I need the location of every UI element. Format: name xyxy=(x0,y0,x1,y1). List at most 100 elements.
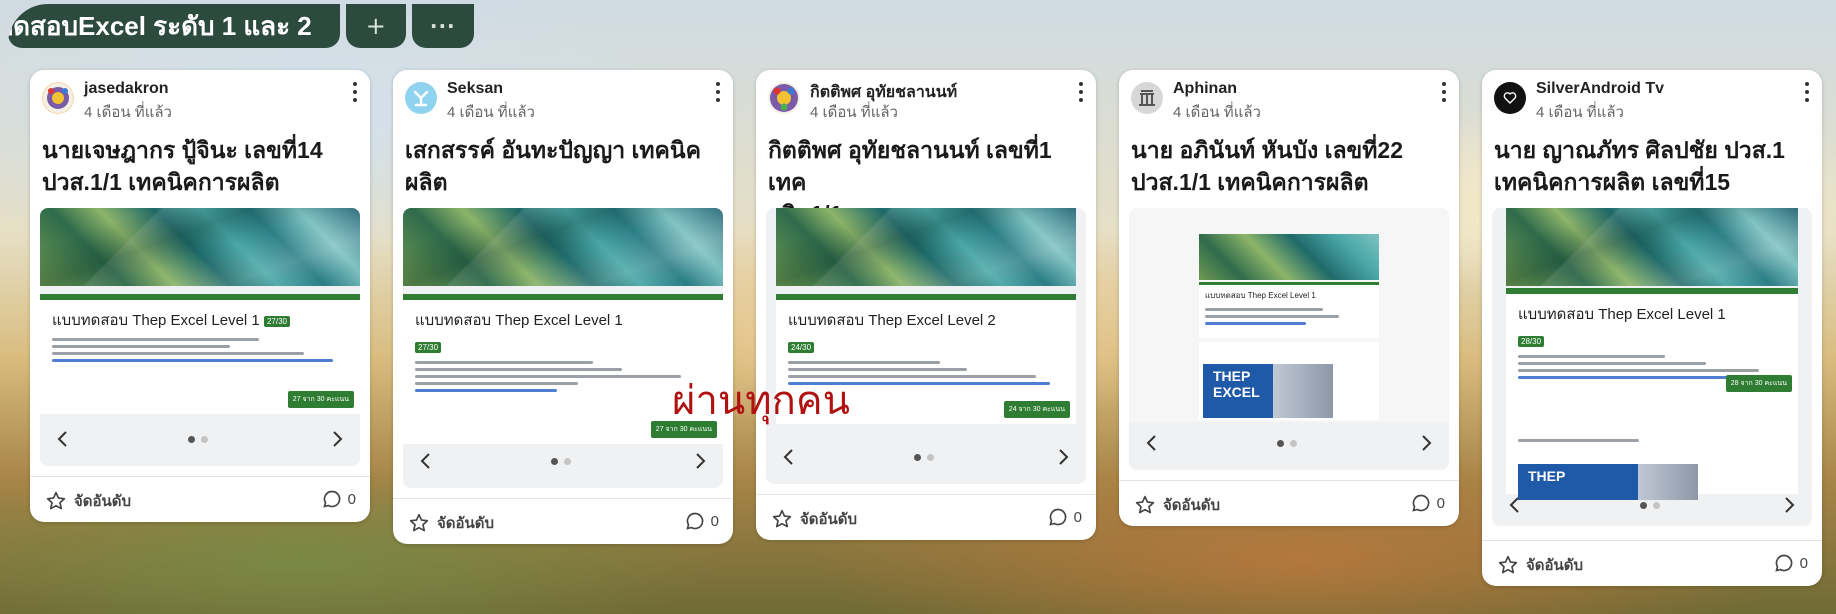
form-text-lines xyxy=(52,338,348,362)
chevron-right-icon[interactable] xyxy=(691,452,709,470)
chevron-left-icon[interactable] xyxy=(1506,496,1524,514)
post-title-line2: เทคนิคการผลิต เลขที่15 xyxy=(1494,169,1731,195)
post-menu-icon[interactable] xyxy=(350,82,360,102)
favorite-label: จัดอันดับ xyxy=(437,515,495,532)
more-options-button[interactable]: ··· xyxy=(411,4,474,48)
post-footer: จัดอันดับ 0 xyxy=(1119,480,1459,526)
post-title: นาย ญาณภัทร ศิลปชัย ปวส.1 เทคนิคการผลิต … xyxy=(1482,128,1822,198)
carousel-dots xyxy=(1640,502,1660,509)
carousel-dots xyxy=(1277,440,1297,447)
board-title: ทดสอบExcel ระดับ 1 และ 2 xyxy=(8,10,312,41)
chevron-left-icon[interactable] xyxy=(54,430,72,448)
form-result-badge: 28 จาก 30 คะแนน xyxy=(1725,375,1792,392)
avatar[interactable] xyxy=(768,82,800,114)
comment-count: 0 xyxy=(1799,554,1808,572)
post-card[interactable]: Seksan 4 เดือน ที่แล้ว เสกสรรค์ อันทะปัญ… xyxy=(393,70,733,544)
post-title-line1: กิตติพศ อุทัยชลานนท์ เลขที่1 เทค xyxy=(768,137,1052,195)
carousel-dots xyxy=(188,436,208,443)
comment-button[interactable]: 0 xyxy=(1048,507,1082,527)
attachment-carousel[interactable]: แบบทดสอบ Thep Excel Level 1 27/30 27 จาก… xyxy=(403,208,723,488)
plus-icon: + xyxy=(365,12,386,40)
avatar[interactable] xyxy=(42,82,74,114)
overlay-annotation: ผ่านทุกคน xyxy=(672,378,850,424)
chevron-left-icon[interactable] xyxy=(417,452,435,470)
post-title-line2: ผลิต xyxy=(405,169,448,195)
thep-excel-image: THEP EXCEL xyxy=(1203,364,1333,418)
star-icon xyxy=(1135,495,1155,514)
comment-icon xyxy=(685,512,704,530)
form-title: แบบทดสอบ Thep Excel Level 1 xyxy=(415,312,623,329)
add-section-button[interactable]: + xyxy=(345,4,406,48)
post-menu-icon[interactable] xyxy=(1439,82,1449,102)
avatar[interactable] xyxy=(1131,82,1163,114)
comment-icon xyxy=(322,490,341,508)
avatar[interactable] xyxy=(405,82,437,114)
chevron-left-icon[interactable] xyxy=(1143,434,1161,452)
form-banner-image xyxy=(776,208,1076,286)
form-score-badge: 27/30 xyxy=(263,315,290,327)
post-card[interactable]: SilverAndroid Tv 4 เดือน ที่แล้ว นาย ญาณ… xyxy=(1482,70,1822,586)
post-header: SilverAndroid Tv 4 เดือน ที่แล้ว xyxy=(1482,70,1822,128)
post-header: Aphinan 4 เดือน ที่แล้ว xyxy=(1119,70,1459,128)
attachment-carousel[interactable]: แบบทดสอบ Thep Excel Level 1 27/30 27 จาก… xyxy=(40,208,360,466)
avatar-emblem-icon xyxy=(770,84,798,112)
post-time: 4 เดือน ที่แล้ว xyxy=(447,104,535,121)
post-time: 4 เดือน ที่แล้ว xyxy=(84,104,172,121)
star-icon xyxy=(1498,555,1518,574)
post-header: Seksan 4 เดือน ที่แล้ว xyxy=(393,70,733,128)
post-menu-icon[interactable] xyxy=(1802,82,1812,102)
post-menu-icon[interactable] xyxy=(713,82,723,102)
comment-button[interactable]: 0 xyxy=(685,511,719,531)
board-tabbar: ทดสอบExcel ระดับ 1 และ 2 + ··· xyxy=(8,4,474,48)
post-time: 4 เดือน ที่แล้ว xyxy=(1173,104,1261,121)
chevron-right-icon[interactable] xyxy=(328,430,346,448)
post-card[interactable]: Aphinan 4 เดือน ที่แล้ว นาย อภินันท์ หัน… xyxy=(1119,70,1459,526)
chevron-right-icon[interactable] xyxy=(1780,496,1798,514)
post-card[interactable]: กิตติพศ อุทัยชลานนท์ 4 เดือน ที่แล้ว กิต… xyxy=(756,70,1096,540)
post-menu-icon[interactable] xyxy=(1076,82,1086,102)
post-header: กิตติพศ อุทัยชลานนท์ 4 เดือน ที่แล้ว xyxy=(756,70,1096,128)
favorite-button[interactable]: จัดอันดับ xyxy=(409,511,494,535)
comment-button[interactable]: 0 xyxy=(1411,493,1445,513)
comment-button[interactable]: 0 xyxy=(322,489,356,509)
post-footer: จัดอันดับ 0 xyxy=(393,498,733,544)
chevron-right-icon[interactable] xyxy=(1417,434,1435,452)
favorite-button[interactable]: จัดอันดับ xyxy=(46,489,131,513)
attachment-carousel[interactable]: แบบทดสอบ Thep Excel Level 2 24/30 24 จาก… xyxy=(766,208,1086,484)
form-banner-image xyxy=(403,208,723,286)
post-header: jasedakron 4 เดือน ที่แล้ว xyxy=(30,70,370,128)
star-icon xyxy=(772,509,792,528)
chevron-left-icon[interactable] xyxy=(780,448,798,466)
form-title: แบบทดสอบ Thep Excel Level 1 xyxy=(1205,291,1316,300)
post-footer: จัดอันดับ 0 xyxy=(756,494,1096,540)
form-score-badge: 27/30 xyxy=(415,341,442,353)
form-preview: แบบทดสอบ Thep Excel Level 1 27/30 27 จาก… xyxy=(40,294,360,414)
chevron-right-icon[interactable] xyxy=(1054,448,1072,466)
favorite-button[interactable]: จัดอันดับ xyxy=(772,507,857,531)
board-title-tab[interactable]: ทดสอบExcel ระดับ 1 และ 2 xyxy=(8,4,340,48)
comment-icon xyxy=(1411,494,1430,512)
comment-icon xyxy=(1048,508,1067,526)
comment-icon xyxy=(1774,554,1793,572)
form-text-lines xyxy=(415,361,711,392)
post-title-line2: ปวส.1/1 เทคนิคการผลิต xyxy=(42,169,280,195)
attachment-carousel[interactable]: แบบทดสอบ Thep Excel Level 1 THEP EXCEL xyxy=(1129,208,1449,470)
avatar[interactable] xyxy=(1494,82,1526,114)
comment-button[interactable]: 0 xyxy=(1774,553,1808,573)
post-card[interactable]: jasedakron 4 เดือน ที่แล้ว นายเจษฎากร ปู… xyxy=(30,70,370,522)
avatar-heart-icon xyxy=(1503,92,1517,104)
favorite-button[interactable]: จัดอันดับ xyxy=(1498,553,1583,577)
ellipsis-icon: ··· xyxy=(429,14,456,38)
post-footer: จัดอันดับ 0 xyxy=(1482,540,1822,586)
form-banner-image xyxy=(40,208,360,286)
star-icon xyxy=(46,491,66,510)
form-result-badge: 24 จาก 30 คะแนน xyxy=(1003,401,1070,418)
avatar-emblem-icon xyxy=(43,83,73,113)
favorite-label: จัดอันดับ xyxy=(1163,497,1221,514)
attachment-carousel[interactable]: แบบทดสอบ Thep Excel Level 1 28/30 28 จาก… xyxy=(1492,208,1812,526)
comment-count: 0 xyxy=(347,490,356,508)
form-preview: แบบทดสอบ Thep Excel Level 1 28/30 28 จาก… xyxy=(1506,288,1798,500)
form-score-badge: 24/30 xyxy=(788,341,815,353)
form-title: แบบทดสอบ Thep Excel Level 1 xyxy=(1518,306,1726,323)
favorite-button[interactable]: จัดอันดับ xyxy=(1135,493,1220,517)
